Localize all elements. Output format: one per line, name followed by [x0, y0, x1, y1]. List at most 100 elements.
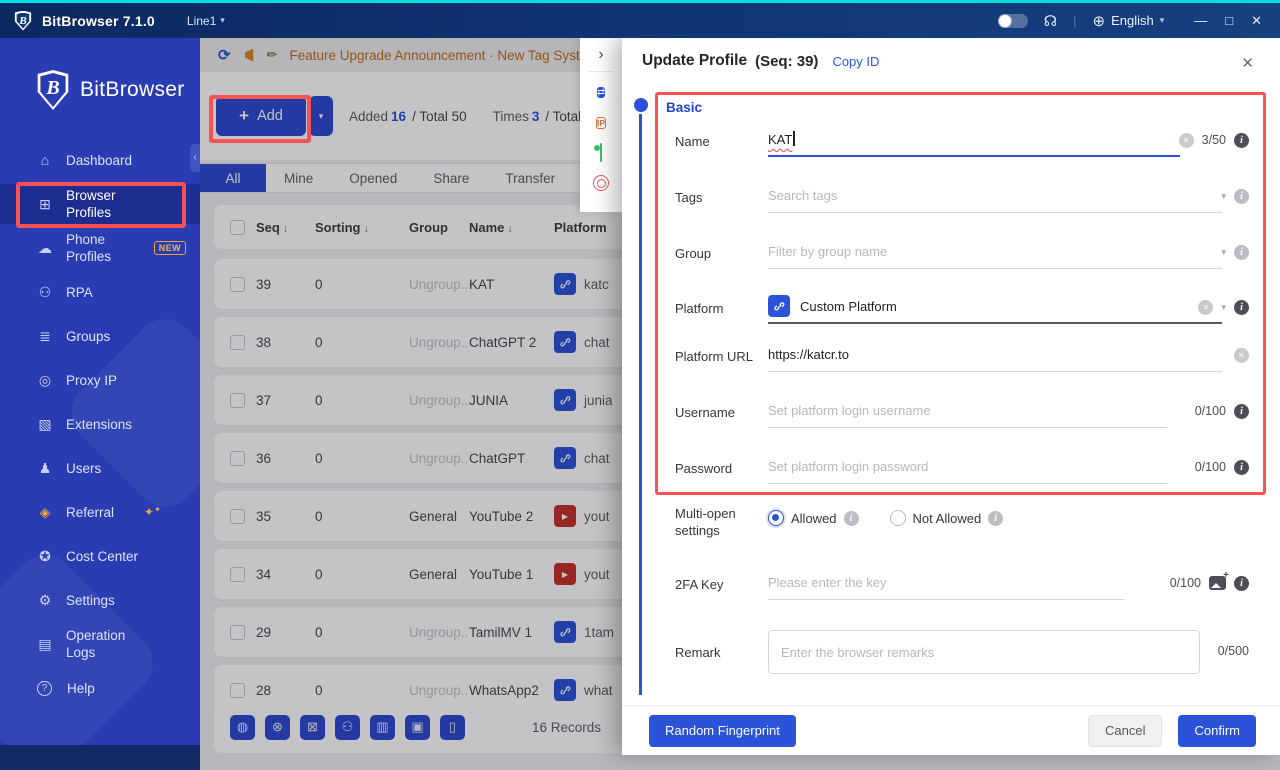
sidebar-item-dashboard[interactable]: ⌂ Dashboard: [0, 140, 200, 180]
remark-label: Remark: [675, 645, 721, 660]
window-controls: — □ ✕: [1194, 13, 1262, 29]
titlebar-left: B BitBrowser 7.1.0 Line1 ▾: [0, 10, 225, 31]
sidebar-item-cost-center[interactable]: ✪ Cost Center: [0, 536, 200, 576]
radio-not-allowed[interactable]: Not Allowed i: [889, 510, 1004, 526]
radio-allowed[interactable]: Allowed i: [768, 510, 859, 526]
update-profile-drawer: Update Profile (Seq: 39) Copy ID ✕ Basic…: [622, 38, 1280, 755]
group-select[interactable]: Filter by group name: [768, 235, 1222, 269]
cloud-icon: ☁: [38, 239, 52, 256]
tags-label: Tags: [675, 190, 703, 205]
tags-select[interactable]: Search tags: [768, 179, 1222, 213]
fingerprint-icon[interactable]: [593, 175, 609, 191]
field-row-username: Username Set platform login username 0/1…: [675, 394, 1249, 436]
support-headset-icon[interactable]: ☊: [1044, 12, 1057, 30]
random-fingerprint-button[interactable]: Random Fingerprint: [649, 714, 796, 747]
drawer-close-icon[interactable]: ✕: [1241, 54, 1254, 72]
minimize-button[interactable]: —: [1194, 13, 1207, 28]
field-row-platform-url: Platform URL https://katcr.to ✕: [675, 338, 1249, 380]
help-icon: ?: [37, 680, 52, 696]
clear-icon[interactable]: ✕: [1198, 299, 1214, 315]
2fa-input[interactable]: Please enter the key: [768, 566, 1125, 600]
sidebar-item-groups[interactable]: ≣ Groups: [0, 316, 200, 356]
password-input[interactable]: Set platform login password: [768, 450, 1167, 484]
users-icon: ♟: [38, 459, 52, 476]
titlebar: B BitBrowser 7.1.0 Line1 ▾ ☊ | ⊕ English…: [0, 3, 1280, 38]
field-row-platform: Platform Custom Platform ✕ ▾ i: [675, 290, 1249, 332]
toggle-icon[interactable]: [600, 143, 602, 162]
line-selector[interactable]: Line1 ▾: [187, 14, 225, 28]
caret-down-icon[interactable]: ▾: [1221, 191, 1226, 202]
close-button[interactable]: ✕: [1251, 13, 1262, 29]
field-row-multi-open: Multi-open settings Allowed i Not Allowe…: [675, 501, 1249, 547]
language-selector[interactable]: ⊕ English ▾: [1092, 12, 1164, 30]
globe-icon: ⊕: [1092, 12, 1106, 30]
platform-url-input[interactable]: https://katcr.to: [768, 338, 1222, 372]
sidebar-item-operation-logs[interactable]: ▤ Operation Logs: [0, 624, 200, 664]
copy-id-link[interactable]: Copy ID: [832, 54, 879, 69]
app-shell: B BitBrowser ‹ ⌂ Dashboard ⊞ Browser Pro…: [0, 38, 1280, 770]
confirm-button[interactable]: Confirm: [1178, 714, 1256, 747]
tags-placeholder: Search tags: [768, 188, 838, 203]
sidebar-item-label: Referral: [66, 504, 115, 520]
info-icon: i: [1234, 188, 1249, 204]
field-row-remark: Remark Enter the browser remarks 0/500: [675, 630, 1249, 678]
platform-url-value: https://katcr.to: [768, 347, 849, 362]
2fa-label: 2FA Key: [675, 577, 724, 592]
caret-down-icon[interactable]: ▾: [1221, 247, 1226, 258]
multi-open-options: Allowed i Not Allowed i: [768, 501, 1004, 535]
info-icon: i: [843, 510, 859, 526]
location-pin-icon: ◎: [38, 371, 52, 388]
name-counter: 3/50: [1201, 133, 1226, 147]
sidebar-item-phone-profiles[interactable]: ☁ Phone Profiles NEW: [0, 228, 200, 268]
stepper-dot: [634, 98, 648, 112]
sidebar-footer: [0, 745, 200, 770]
expand-panel-chevron-icon[interactable]: ›: [598, 46, 603, 64]
sidebar-item-label: Cost Center: [66, 548, 139, 564]
caret-down-icon: ▾: [1159, 15, 1165, 25]
new-badge: NEW: [153, 241, 186, 255]
clear-icon[interactable]: ✕: [1178, 132, 1194, 148]
platform-select[interactable]: Custom Platform: [768, 290, 1222, 324]
info-icon: i: [1234, 299, 1249, 315]
sidebar-item-referral[interactable]: ◈ Referral ✦✦: [0, 492, 200, 532]
text-cursor: [793, 131, 795, 146]
sidebar-item-label: Operation Logs: [66, 628, 126, 660]
username-placeholder: Set platform login username: [768, 403, 931, 418]
caret-down-icon[interactable]: ▾: [1221, 302, 1226, 313]
clear-icon[interactable]: ✕: [1234, 347, 1249, 363]
scan-image-icon[interactable]: [1209, 570, 1229, 590]
stepper-line: [639, 114, 642, 695]
field-row-group: Group Filter by group name ▾ i: [675, 235, 1249, 277]
cancel-button[interactable]: Cancel: [1088, 714, 1163, 747]
sparkle-icon: ✦✦: [144, 505, 161, 519]
theme-toggle[interactable]: [997, 13, 1028, 28]
titlebar-right: ☊ | ⊕ English ▾ — □ ✕: [997, 12, 1280, 30]
remark-counter: 0/500: [1217, 644, 1249, 658]
remark-textarea[interactable]: Enter the browser remarks: [768, 630, 1200, 674]
app-logo-icon: B: [14, 10, 32, 31]
remark-placeholder: Enter the browser remarks: [781, 644, 935, 660]
password-label: Password: [675, 461, 733, 476]
sidebar-item-browser-profiles[interactable]: ⊞ Browser Profiles: [0, 184, 200, 224]
not-allowed-label: Not Allowed: [912, 510, 982, 526]
sidebar-item-extensions[interactable]: ▧ Extensions: [0, 404, 200, 444]
field-row-tags: Tags Search tags ▾ i: [675, 179, 1249, 221]
sidebar-nav: ⌂ Dashboard ⊞ Browser Profiles ☁ Phone P…: [0, 138, 200, 710]
maximize-button[interactable]: □: [1225, 13, 1233, 28]
sidebar-item-settings[interactable]: ⚙ Settings: [0, 580, 200, 620]
username-input[interactable]: Set platform login username: [768, 394, 1167, 428]
ip-monitor-icon[interactable]: IP: [595, 113, 607, 131]
sidebar-item-label: Phone Profiles: [66, 232, 112, 264]
sidebar-item-rpa[interactable]: ⚇ RPA: [0, 272, 200, 312]
sidebar-item-help[interactable]: ? Help: [0, 668, 200, 708]
sidebar-item-proxy-ip[interactable]: ◎ Proxy IP: [0, 360, 200, 400]
username-label: Username: [675, 405, 735, 420]
window-sync-icon[interactable]: ⇄: [596, 82, 606, 100]
name-input[interactable]: KAT: [768, 123, 1180, 157]
sidebar-item-label: Browser Profiles: [66, 188, 116, 220]
home-icon: ⌂: [40, 152, 50, 168]
sidebar-item-label: Proxy IP: [66, 372, 118, 388]
sidebar-item-users[interactable]: ♟ Users: [0, 448, 200, 488]
box-icon: ▧: [38, 415, 52, 432]
field-row-password: Password Set platform login password 0/1…: [675, 450, 1249, 492]
